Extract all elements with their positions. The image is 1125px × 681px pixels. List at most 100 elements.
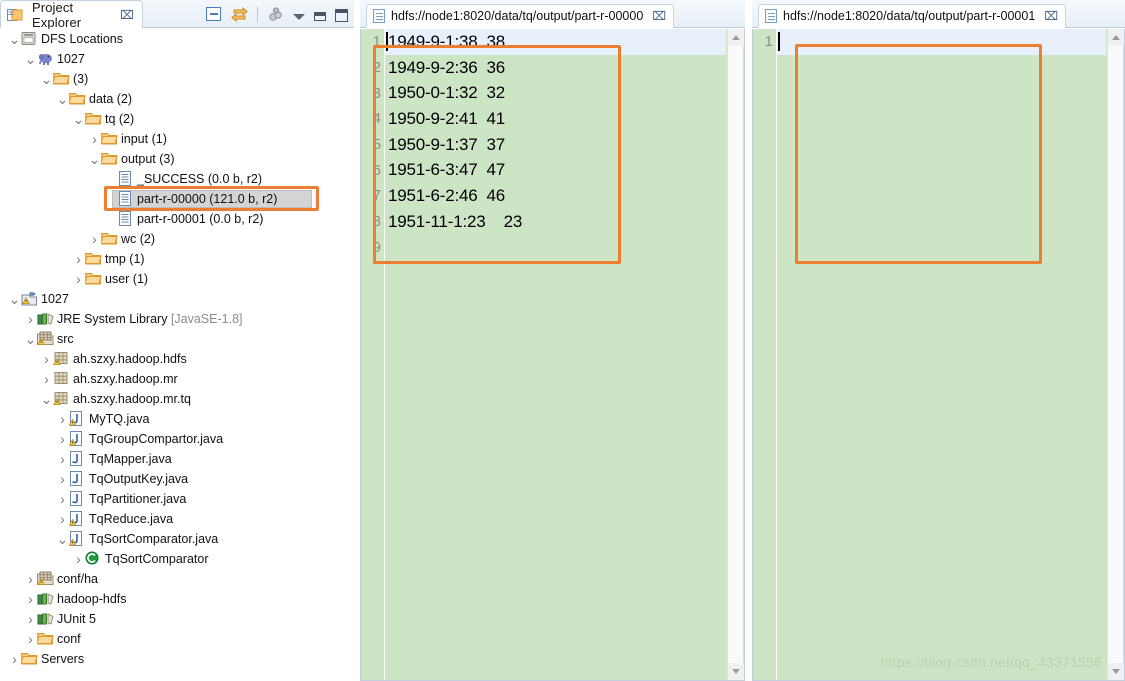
editor-vertical-scrollbar-1[interactable]	[727, 29, 744, 680]
tree-item[interactable]: ⌄ TqSortComparator.java	[0, 529, 354, 549]
code-line[interactable]: 1 1949-9-1:38 38	[373, 29, 726, 55]
tree-item-label: tmp (1)	[105, 252, 145, 266]
chevron-down-icon[interactable]: ⌄	[40, 389, 53, 409]
editor-text-1[interactable]: 1 1949-9-1:38 38 2 1949-9-2:36 36 3 1950-0-1:…	[373, 29, 726, 680]
chevron-right-icon[interactable]: ›	[56, 489, 69, 509]
tree-item[interactable]: part-r-00000 (121.0 b, r2)	[0, 189, 354, 209]
chevron-right-icon[interactable]: ›	[72, 249, 85, 269]
editor-text-2[interactable]: 1	[765, 29, 1106, 680]
tab-project-explorer[interactable]: Project Explorer ⌧	[0, 0, 143, 30]
editor-tab-title: hdfs://node1:8020/data/tq/output/part-r-…	[783, 9, 1036, 23]
scroll-up-arrow-icon[interactable]	[1108, 29, 1124, 46]
source-folder-icon	[37, 331, 54, 347]
tree-item[interactable]: ⌄ tq (2)	[0, 109, 354, 129]
tree-item[interactable]: › TqSortComparator	[0, 549, 354, 569]
chevron-right-icon[interactable]: ›	[88, 229, 101, 249]
tree-item[interactable]: › input (1)	[0, 129, 354, 149]
tree-item-label: ah.szxy.hadoop.mr	[73, 372, 178, 386]
code-line[interactable]: 8 1951-11-1:23 23	[373, 209, 726, 235]
code-line[interactable]: 6 1951-6-3:47 47	[373, 157, 726, 183]
tab-part-r-00000[interactable]: hdfs://node1:8020/data/tq/output/part-r-…	[366, 4, 675, 28]
chevron-right-icon[interactable]: ›	[24, 589, 37, 609]
chevron-right-icon[interactable]: ›	[24, 609, 37, 629]
chevron-right-icon[interactable]: ›	[24, 309, 37, 329]
code-line[interactable]: 2 1949-9-2:36 36	[373, 55, 726, 81]
tree-item[interactable]: ⌄ output (3)	[0, 149, 354, 169]
code-line[interactable]: 9	[373, 235, 726, 261]
tree-item[interactable]: _SUCCESS (0.0 b, r2)	[0, 169, 354, 189]
close-icon[interactable]: ⌧	[1044, 9, 1058, 23]
tree-item[interactable]: › JRE System Library [JavaSE-1.8]	[0, 309, 354, 329]
close-icon[interactable]: ⌧	[652, 9, 666, 23]
scroll-down-arrow-icon[interactable]	[728, 663, 744, 680]
editor-vertical-scrollbar-2[interactable]	[1107, 29, 1124, 680]
chevron-down-icon[interactable]: ⌄	[56, 529, 69, 549]
tree-item[interactable]: › ah.szxy.hadoop.mr	[0, 369, 354, 389]
chevron-down-icon[interactable]: ⌄	[8, 29, 21, 49]
chevron-right-icon[interactable]: ›	[8, 649, 21, 669]
tree-item[interactable]: › TqReduce.java	[0, 509, 354, 529]
chevron-right-icon[interactable]: ›	[40, 349, 53, 369]
chevron-right-icon[interactable]: ›	[24, 629, 37, 649]
tree-item[interactable]: › TqOutputKey.java	[0, 469, 354, 489]
chevron-right-icon[interactable]: ›	[72, 549, 85, 569]
minimize-icon[interactable]	[314, 12, 326, 21]
chevron-down-icon[interactable]: ⌄	[56, 89, 69, 109]
tree-item[interactable]: › hadoop-hdfs	[0, 589, 354, 609]
collapse-all-icon[interactable]	[205, 6, 222, 23]
tree-item[interactable]: › tmp (1)	[0, 249, 354, 269]
tree-item[interactable]: ⌄ 1027	[0, 49, 354, 69]
tree-item[interactable]: › TqGroupCompartor.java	[0, 429, 354, 449]
tree-item[interactable]: › MyTQ.java	[0, 409, 354, 429]
chevron-down-icon[interactable]: ⌄	[24, 329, 37, 349]
tab-part-r-00001[interactable]: hdfs://node1:8020/data/tq/output/part-r-…	[758, 4, 1067, 28]
tree-item[interactable]: › ah.szxy.hadoop.hdfs	[0, 349, 354, 369]
tree-item[interactable]: ⌄ data (2)	[0, 89, 354, 109]
code-line[interactable]: 3 1950-0-1:32 32	[373, 80, 726, 106]
chevron-right-icon[interactable]: ›	[40, 369, 53, 389]
tree-item[interactable]: part-r-00001 (0.0 b, r2)	[0, 209, 354, 229]
chevron-right-icon[interactable]: ›	[56, 449, 69, 469]
chevron-right-icon[interactable]: ›	[24, 569, 37, 589]
tree-item[interactable]: › conf	[0, 629, 354, 649]
tree-item[interactable]: › TqPartitioner.java	[0, 489, 354, 509]
focus-on-active-task-icon[interactable]	[267, 6, 284, 23]
chevron-down-icon[interactable]: ⌄	[88, 149, 101, 169]
code-line[interactable]: 5 1950-9-1:37 37	[373, 132, 726, 158]
chevron-down-icon[interactable]: ⌄	[40, 69, 53, 89]
view-menu-icon[interactable]	[293, 14, 305, 20]
tree-item[interactable]: › Servers	[0, 649, 354, 669]
chevron-right-icon[interactable]: ›	[72, 269, 85, 289]
tree-item[interactable]: › conf/ha	[0, 569, 354, 589]
close-icon[interactable]: ⌧	[120, 8, 134, 22]
code-line[interactable]: 1	[765, 29, 1106, 55]
editor-body-2[interactable]: 1 https://blog.csdn.net/qq_43371556	[752, 29, 1125, 681]
editor-body-1[interactable]: 1 1949-9-1:38 38 2 1949-9-2:36 36 3 1950-0-1:…	[360, 29, 745, 681]
chevron-right-icon[interactable]: ›	[88, 129, 101, 149]
tree-item[interactable]: ⌄ 1027	[0, 289, 354, 309]
java-file-icon	[69, 471, 86, 487]
tree-item[interactable]: › user (1)	[0, 269, 354, 289]
code-line[interactable]: 4 1950-9-2:41 41	[373, 106, 726, 132]
tree-item-label: tq (2)	[105, 112, 135, 126]
chevron-down-icon[interactable]: ⌄	[24, 49, 37, 69]
chevron-right-icon[interactable]: ›	[56, 409, 69, 429]
tree-item[interactable]: ⌄ (3)	[0, 69, 354, 89]
tree-item[interactable]: ⌄ ah.szxy.hadoop.mr.tq	[0, 389, 354, 409]
tree-item[interactable]: ⌄ DFS Locations	[0, 29, 354, 49]
tree-item[interactable]: › TqMapper.java	[0, 449, 354, 469]
project-tree[interactable]: ⌄ DFS Locations ⌄ 1027 ⌄ (3) ⌄ data (2) ⌄ tq (2) ›…	[0, 29, 354, 681]
tree-item[interactable]: › wc (2)	[0, 229, 354, 249]
chevron-right-icon[interactable]: ›	[56, 429, 69, 449]
tree-item[interactable]: ⌄ src	[0, 329, 354, 349]
chevron-right-icon[interactable]: ›	[56, 509, 69, 529]
scroll-down-arrow-icon[interactable]	[1108, 663, 1124, 680]
chevron-down-icon[interactable]: ⌄	[8, 289, 21, 309]
chevron-down-icon[interactable]: ⌄	[72, 109, 85, 129]
tree-item[interactable]: › JUnit 5	[0, 609, 354, 629]
code-line[interactable]: 7 1951-6-2:46 46	[373, 183, 726, 209]
maximize-icon[interactable]	[335, 8, 348, 22]
scroll-up-arrow-icon[interactable]	[728, 29, 744, 46]
link-with-editor-icon[interactable]	[231, 6, 248, 23]
chevron-right-icon[interactable]: ›	[56, 469, 69, 489]
